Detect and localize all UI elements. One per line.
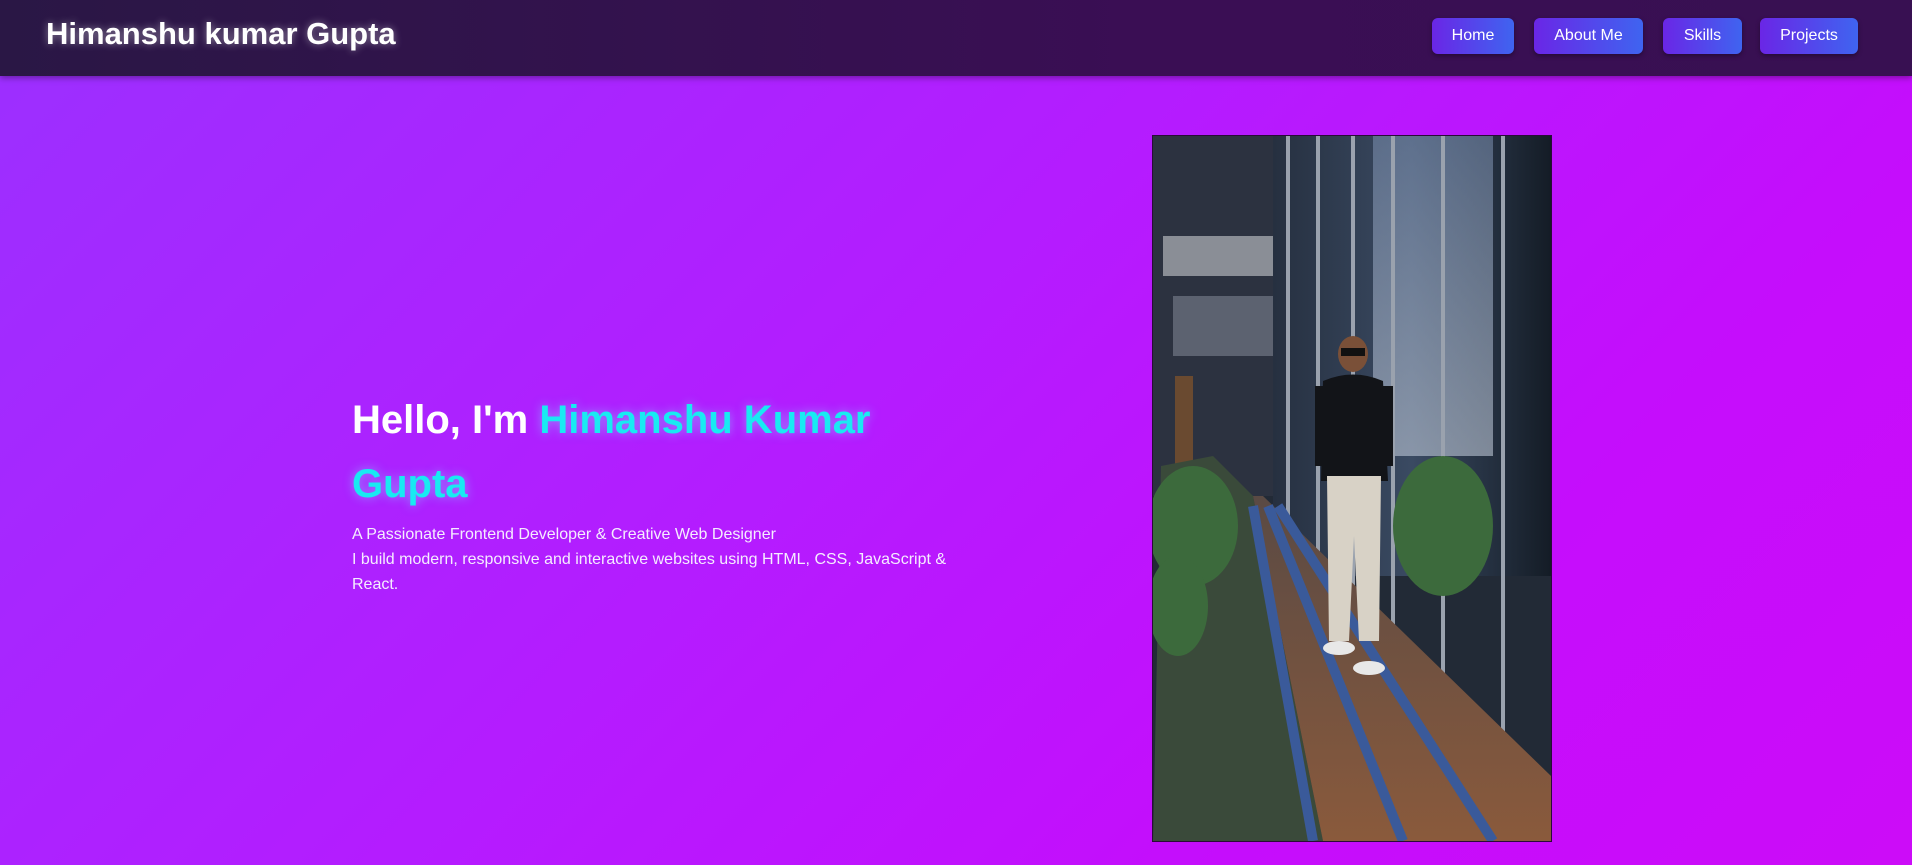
nav-projects-button[interactable]: Projects [1760, 18, 1858, 54]
top-navbar: Himanshu kumar Gupta Home About Me Skill… [0, 0, 1912, 76]
hero-tagline: A Passionate Frontend Developer & Creati… [352, 522, 972, 597]
hero-intro: Hello, I'm Himanshu Kumar Gupta A Passio… [352, 388, 972, 597]
site-brand[interactable]: Himanshu kumar Gupta [46, 16, 396, 52]
hero-tagline-line1: A Passionate Frontend Developer & Creati… [352, 526, 776, 543]
hero-headline: Hello, I'm Himanshu Kumar Gupta [352, 388, 972, 516]
hero-tagline-line2: I build modern, responsive and interacti… [352, 551, 947, 593]
profile-photo [1152, 135, 1552, 842]
profile-photo-illustration [1153, 136, 1551, 841]
nav-skills-button[interactable]: Skills [1663, 18, 1742, 54]
nav-home-button[interactable]: Home [1432, 18, 1514, 54]
nav-about-button[interactable]: About Me [1534, 18, 1643, 54]
hero-greeting: Hello, I'm [352, 398, 540, 442]
